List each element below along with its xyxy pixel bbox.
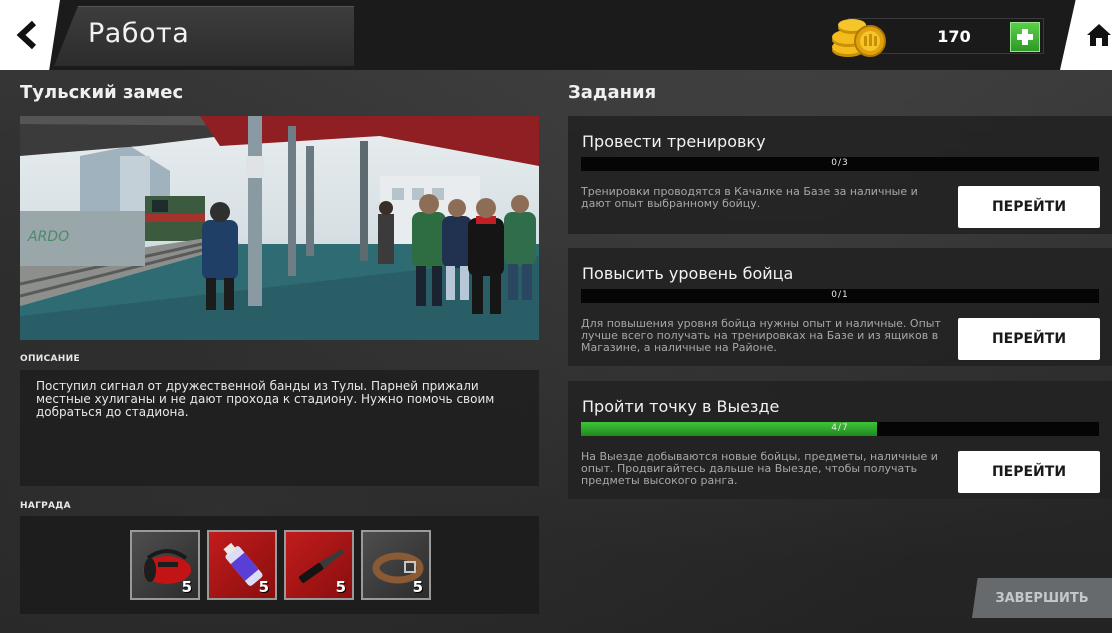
description-panel: Поступил сигнал от дружественной банды и…: [20, 370, 539, 486]
reward-item[interactable]: 5: [130, 530, 200, 600]
task-name: Пройти точку в Выезде: [582, 397, 780, 416]
reward-count: 5: [181, 578, 192, 596]
progress-label: 0/3: [831, 158, 849, 168]
description-label: ОПИСАНИЕ: [20, 354, 80, 364]
progress-label: 4/7: [831, 423, 849, 433]
reward-item[interactable]: 5: [207, 530, 277, 600]
task-description: Для повышения уровня бойца нужны опыт и …: [581, 317, 941, 354]
progress-label: 0/1: [831, 290, 849, 300]
progress-bar: 0/1: [581, 289, 1099, 303]
mission-illustration: ARDO: [20, 116, 539, 340]
coins-icon: [832, 19, 886, 57]
task-card: Пройти точку в Выезде 4/7 На Выезде добы…: [568, 381, 1112, 499]
progress-bar: 0/3: [581, 157, 1099, 171]
go-button[interactable]: ПЕРЕЙТИ: [958, 186, 1100, 228]
reward-count: 5: [258, 578, 269, 596]
currency-amount: 170: [937, 27, 971, 46]
progress-bar: 4/7: [581, 422, 1099, 436]
description-text: Поступил сигнал от дружественной банды и…: [36, 379, 495, 419]
home-button[interactable]: [1060, 0, 1112, 70]
page-title: Работа: [88, 18, 190, 49]
reward-label: НАГРАДА: [20, 501, 71, 511]
task-card: Повысить уровень бойца 0/1 Для повышения…: [568, 248, 1112, 366]
reward-item[interactable]: 5: [284, 530, 354, 600]
add-currency-button[interactable]: [1010, 22, 1040, 52]
home-icon: [1087, 24, 1111, 46]
back-arrow-icon: [16, 20, 37, 50]
plus-icon: [1017, 29, 1033, 45]
finish-button[interactable]: ЗАВЕРШИТЬ: [972, 578, 1112, 618]
task-description: На Выезде добываются новые бойцы, предме…: [581, 450, 938, 487]
tasks-title: Задания: [568, 82, 657, 103]
go-button[interactable]: ПЕРЕЙТИ: [958, 318, 1100, 360]
reward-count: 5: [335, 578, 346, 596]
top-bar: Работа 170: [0, 0, 1112, 70]
mission-title: Тульский замес: [20, 82, 184, 103]
svg-text:ARDO: ARDO: [27, 229, 69, 245]
go-button[interactable]: ПЕРЕЙТИ: [958, 451, 1100, 493]
task-description: Тренировки проводятся в Качалке на Базе …: [581, 185, 918, 210]
reward-item[interactable]: 5: [361, 530, 431, 600]
task-card: Провести тренировку 0/3 Тренировки прово…: [568, 116, 1112, 234]
task-name: Провести тренировку: [582, 132, 766, 151]
task-name: Повысить уровень бойца: [582, 264, 794, 283]
reward-panel: 5 5 5 5: [20, 516, 539, 614]
back-button[interactable]: [0, 0, 60, 70]
reward-count: 5: [412, 578, 423, 596]
